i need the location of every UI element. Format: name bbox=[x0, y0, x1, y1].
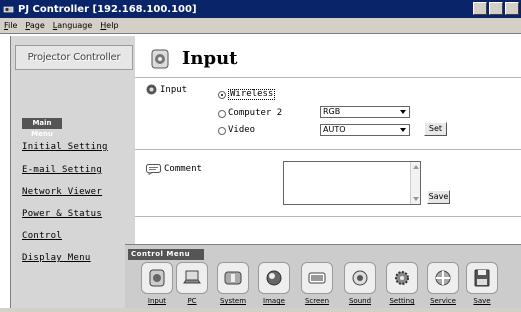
tool-pc[interactable]: PC bbox=[176, 262, 208, 305]
system-icon bbox=[224, 271, 242, 285]
radio-computer-2[interactable] bbox=[218, 110, 226, 118]
radio-video[interactable] bbox=[218, 127, 226, 135]
screen-icon bbox=[308, 272, 326, 284]
control-menu-label: Control Menu bbox=[128, 249, 204, 260]
menu-language[interactable]: Language bbox=[53, 21, 93, 30]
save-comment-button[interactable]: Save bbox=[427, 190, 450, 204]
page-title: Input bbox=[182, 48, 238, 69]
menu-page[interactable]: Page bbox=[25, 21, 44, 30]
menu-file[interactable]: File bbox=[4, 21, 17, 30]
title-bar: PJ Controller [192.168.100.100] bbox=[0, 0, 521, 18]
comment-scrollbar[interactable] bbox=[410, 162, 420, 204]
chevron-down-icon bbox=[400, 110, 406, 114]
tool-system[interactable]: System bbox=[217, 262, 249, 305]
input-label: Input bbox=[160, 85, 188, 95]
sidebar: Projector Controller Main Menu Initial S… bbox=[10, 36, 135, 308]
laptop-icon bbox=[183, 270, 201, 284]
tool-input-label[interactable]: Input bbox=[141, 297, 173, 305]
minimize-button[interactable] bbox=[473, 2, 487, 15]
computer-2-select[interactable]: RGB bbox=[320, 106, 410, 118]
projector-controller-logo: Projector Controller bbox=[15, 45, 133, 70]
tool-sound-label[interactable]: Sound bbox=[344, 297, 376, 305]
radio-computer-2-label[interactable]: Computer 2 bbox=[228, 108, 282, 118]
set-button[interactable]: Set bbox=[424, 122, 447, 136]
tool-save[interactable]: Save bbox=[466, 262, 498, 305]
tool-setting[interactable]: Setting bbox=[386, 262, 418, 305]
projector-icon bbox=[3, 6, 14, 12]
sidebar-link-initial-setting[interactable]: Initial Setting bbox=[22, 142, 108, 152]
sidebar-link-network-viewer[interactable]: Network Viewer bbox=[22, 187, 102, 197]
radio-video-label[interactable]: Video bbox=[228, 125, 255, 135]
maximize-button[interactable] bbox=[489, 2, 503, 15]
tool-screen[interactable]: Screen bbox=[301, 262, 333, 305]
radio-wireless[interactable] bbox=[218, 91, 226, 99]
scroll-up-icon[interactable] bbox=[413, 165, 419, 169]
main-menu-label: Main Menu bbox=[22, 118, 62, 138]
radio-wireless-label[interactable]: Wireless bbox=[228, 89, 276, 100]
content-panel: Input Input Wireless Computer 2 RGB Vide… bbox=[135, 36, 521, 244]
divider bbox=[135, 77, 521, 78]
tool-image-label[interactable]: Image bbox=[258, 297, 290, 305]
status-bar bbox=[0, 308, 521, 312]
comment-bubble-icon bbox=[146, 164, 161, 175]
tool-screen-label[interactable]: Screen bbox=[301, 297, 333, 305]
sound-icon bbox=[352, 270, 368, 286]
computer-2-select-value: RGB bbox=[323, 107, 341, 116]
save-disk-icon bbox=[474, 269, 490, 287]
tool-image[interactable]: Image bbox=[258, 262, 290, 305]
input-plug-icon bbox=[146, 84, 157, 95]
image-icon bbox=[266, 270, 282, 286]
tool-service-label[interactable]: Service bbox=[427, 297, 459, 305]
sidebar-link-control[interactable]: Control bbox=[22, 231, 62, 241]
input-plug-icon bbox=[151, 49, 169, 69]
comment-textarea[interactable] bbox=[283, 161, 421, 205]
input-plug-icon bbox=[149, 269, 165, 287]
tool-sound[interactable]: Sound bbox=[344, 262, 376, 305]
tool-service[interactable]: Service bbox=[427, 262, 459, 305]
tool-pc-label[interactable]: PC bbox=[176, 297, 208, 305]
divider bbox=[135, 216, 521, 217]
video-select-value: AUTO bbox=[323, 125, 346, 134]
menu-help[interactable]: Help bbox=[100, 21, 118, 30]
scroll-down-icon[interactable] bbox=[413, 197, 419, 201]
window-title: PJ Controller [192.168.100.100] bbox=[18, 3, 197, 15]
service-icon bbox=[435, 270, 451, 286]
menu-bar: File Page Language Help bbox=[0, 18, 521, 34]
tool-save-label[interactable]: Save bbox=[466, 297, 498, 305]
sidebar-link-display-menu[interactable]: Display Menu bbox=[22, 253, 91, 263]
tool-system-label[interactable]: System bbox=[217, 297, 249, 305]
tool-input[interactable]: Input bbox=[141, 262, 173, 305]
divider bbox=[135, 149, 521, 150]
sidebar-link-power-status[interactable]: Power & Status bbox=[22, 209, 102, 219]
video-select[interactable]: AUTO bbox=[320, 124, 410, 136]
setting-icon bbox=[395, 271, 409, 285]
tool-setting-label[interactable]: Setting bbox=[386, 297, 418, 305]
sidebar-link-email-setting[interactable]: E-mail Setting bbox=[22, 165, 102, 175]
control-menu-bar: Control Menu Input PC System Image Scree… bbox=[125, 244, 521, 308]
close-button[interactable] bbox=[505, 2, 519, 15]
comment-label: Comment bbox=[164, 164, 202, 174]
chevron-down-icon bbox=[400, 128, 406, 132]
